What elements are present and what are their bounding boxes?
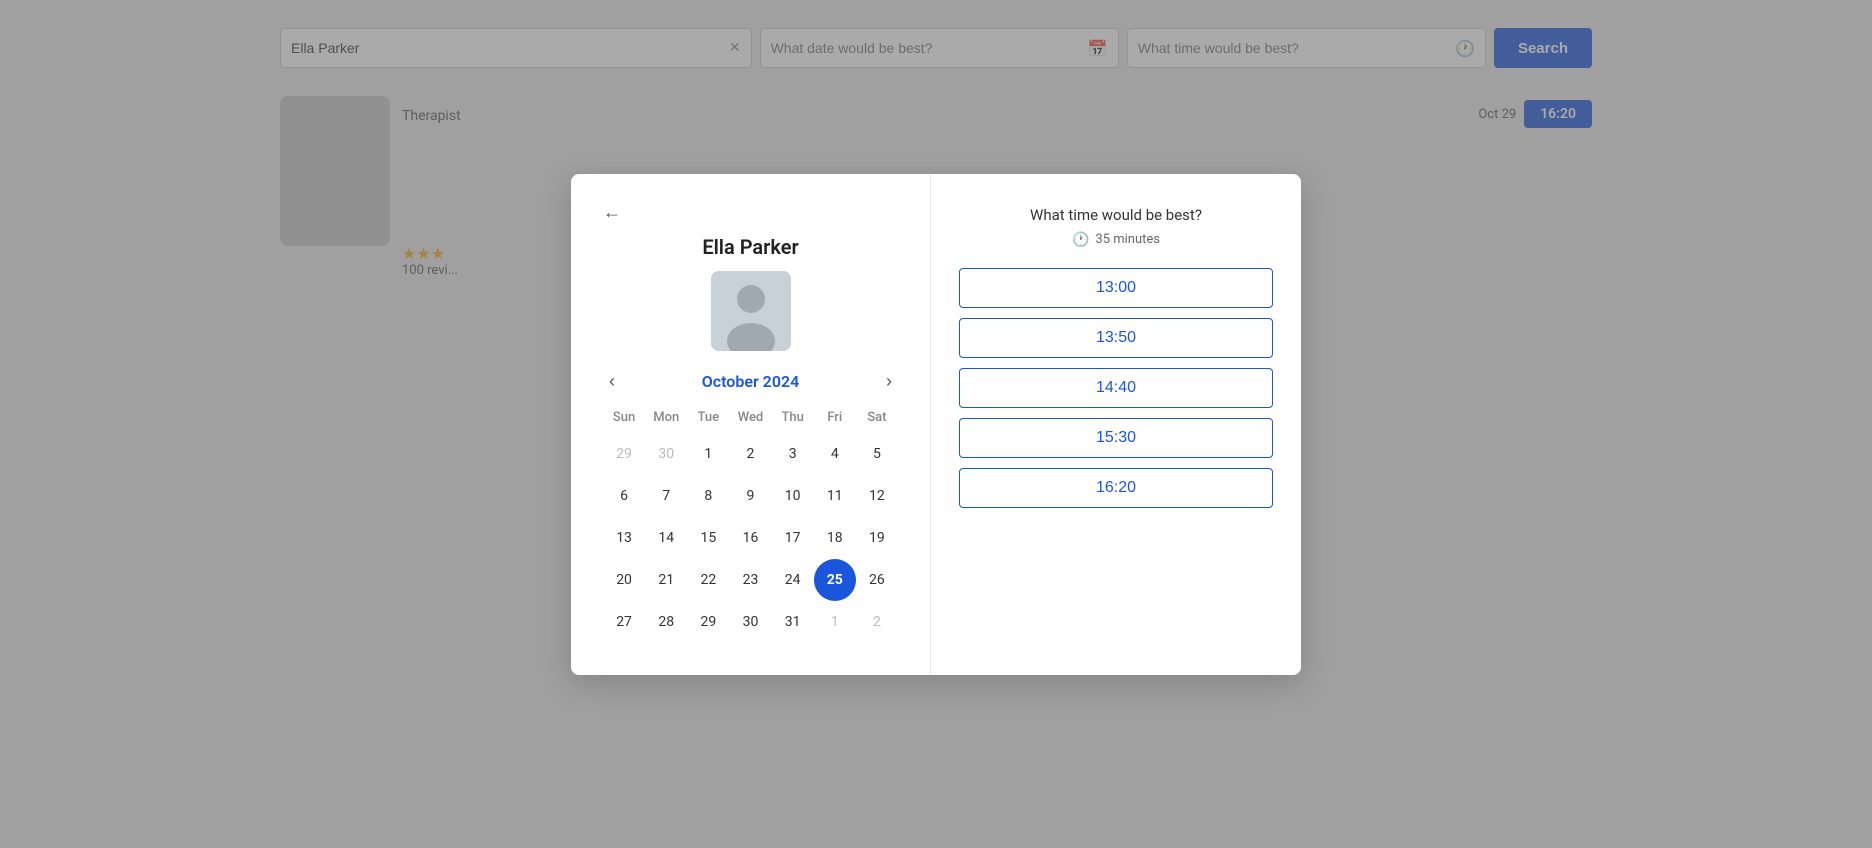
duration-row: 🕐 35 minutes	[959, 232, 1273, 248]
calendar-day[interactable]: 24	[772, 559, 814, 601]
duration-label: 35 minutes	[1095, 232, 1160, 247]
time-slot-button[interactable]: 15:30	[959, 418, 1273, 458]
calendar-day[interactable]: 2	[729, 433, 771, 475]
calendar-day[interactable]: 1	[687, 433, 729, 475]
calendar-weekday: Wed	[729, 406, 771, 433]
calendar-week-row: 293012345	[603, 433, 898, 475]
modal-left-panel: ← Ella Parker ‹ October 2024 ›	[571, 174, 931, 675]
back-button[interactable]: ←	[603, 202, 621, 223]
time-slot-button[interactable]: 16:20	[959, 468, 1273, 508]
calendar-prev-button[interactable]: ‹	[603, 369, 621, 394]
time-slot-button[interactable]: 13:00	[959, 268, 1273, 308]
calendar-day[interactable]: 30	[645, 433, 687, 475]
calendar-week-row: 20212223242526	[603, 559, 898, 601]
calendar-week-row: 13141516171819	[603, 517, 898, 559]
time-question: What time would be best?	[959, 206, 1273, 224]
calendar-month-label: October 2024	[702, 372, 800, 391]
calendar-grid: SunMonTueWedThuFriSat 293012345678910111…	[603, 406, 898, 643]
calendar-day[interactable]: 2	[856, 601, 898, 643]
calendar-day[interactable]: 28	[645, 601, 687, 643]
calendar-day[interactable]: 26	[856, 559, 898, 601]
time-slot-button[interactable]: 13:50	[959, 318, 1273, 358]
calendar-day[interactable]: 25	[814, 559, 856, 601]
calendar-day[interactable]: 17	[772, 517, 814, 559]
calendar-day[interactable]: 11	[814, 475, 856, 517]
calendar-week-row: 6789101112	[603, 475, 898, 517]
calendar-day[interactable]: 12	[856, 475, 898, 517]
calendar-week-row: 272829303112	[603, 601, 898, 643]
calendar-day[interactable]: 23	[729, 559, 771, 601]
time-slots-list: 13:00 13:50 14:40 15:30 16:20	[959, 268, 1273, 508]
duration-clock-icon: 🕐	[1072, 232, 1089, 248]
calendar-day[interactable]: 14	[645, 517, 687, 559]
calendar-day[interactable]: 29	[687, 601, 729, 643]
calendar-weekday: Thu	[772, 406, 814, 433]
calendar-next-button[interactable]: ›	[880, 369, 898, 394]
calendar-day[interactable]: 5	[856, 433, 898, 475]
calendar-day[interactable]: 22	[687, 559, 729, 601]
booking-modal: ← Ella Parker ‹ October 2024 ›	[571, 174, 1301, 675]
calendar-weekdays: SunMonTueWedThuFriSat	[603, 406, 898, 433]
calendar-day[interactable]: 9	[729, 475, 771, 517]
calendar-day[interactable]: 27	[603, 601, 645, 643]
modal-right-panel: What time would be best? 🕐 35 minutes 13…	[931, 174, 1301, 675]
calendar-day[interactable]: 3	[772, 433, 814, 475]
calendar-weekday: Fri	[814, 406, 856, 433]
calendar-day[interactable]: 13	[603, 517, 645, 559]
calendar-day[interactable]: 19	[856, 517, 898, 559]
calendar-weekday: Sun	[603, 406, 645, 433]
calendar-weekday: Tue	[687, 406, 729, 433]
calendar-day[interactable]: 4	[814, 433, 856, 475]
calendar-day[interactable]: 31	[772, 601, 814, 643]
calendar-weekday: Sat	[856, 406, 898, 433]
calendar-day[interactable]: 30	[729, 601, 771, 643]
calendar-day[interactable]: 6	[603, 475, 645, 517]
calendar-day[interactable]: 15	[687, 517, 729, 559]
calendar-header: ‹ October 2024 ›	[603, 369, 898, 394]
time-slot-button[interactable]: 14:40	[959, 368, 1273, 408]
calendar-body: 2930123456789101112131415161718192021222…	[603, 433, 898, 643]
calendar-weekday: Mon	[645, 406, 687, 433]
calendar-day[interactable]: 20	[603, 559, 645, 601]
calendar-day[interactable]: 8	[687, 475, 729, 517]
modal-overlay: ← Ella Parker ‹ October 2024 ›	[0, 0, 1872, 848]
modal-provider-photo	[711, 271, 791, 351]
calendar-day[interactable]: 7	[645, 475, 687, 517]
calendar-day[interactable]: 10	[772, 475, 814, 517]
modal-provider-name: Ella Parker	[603, 235, 898, 259]
calendar-day[interactable]: 21	[645, 559, 687, 601]
calendar-day[interactable]: 29	[603, 433, 645, 475]
calendar-day[interactable]: 1	[814, 601, 856, 643]
calendar-day[interactable]: 16	[729, 517, 771, 559]
calendar-day[interactable]: 18	[814, 517, 856, 559]
